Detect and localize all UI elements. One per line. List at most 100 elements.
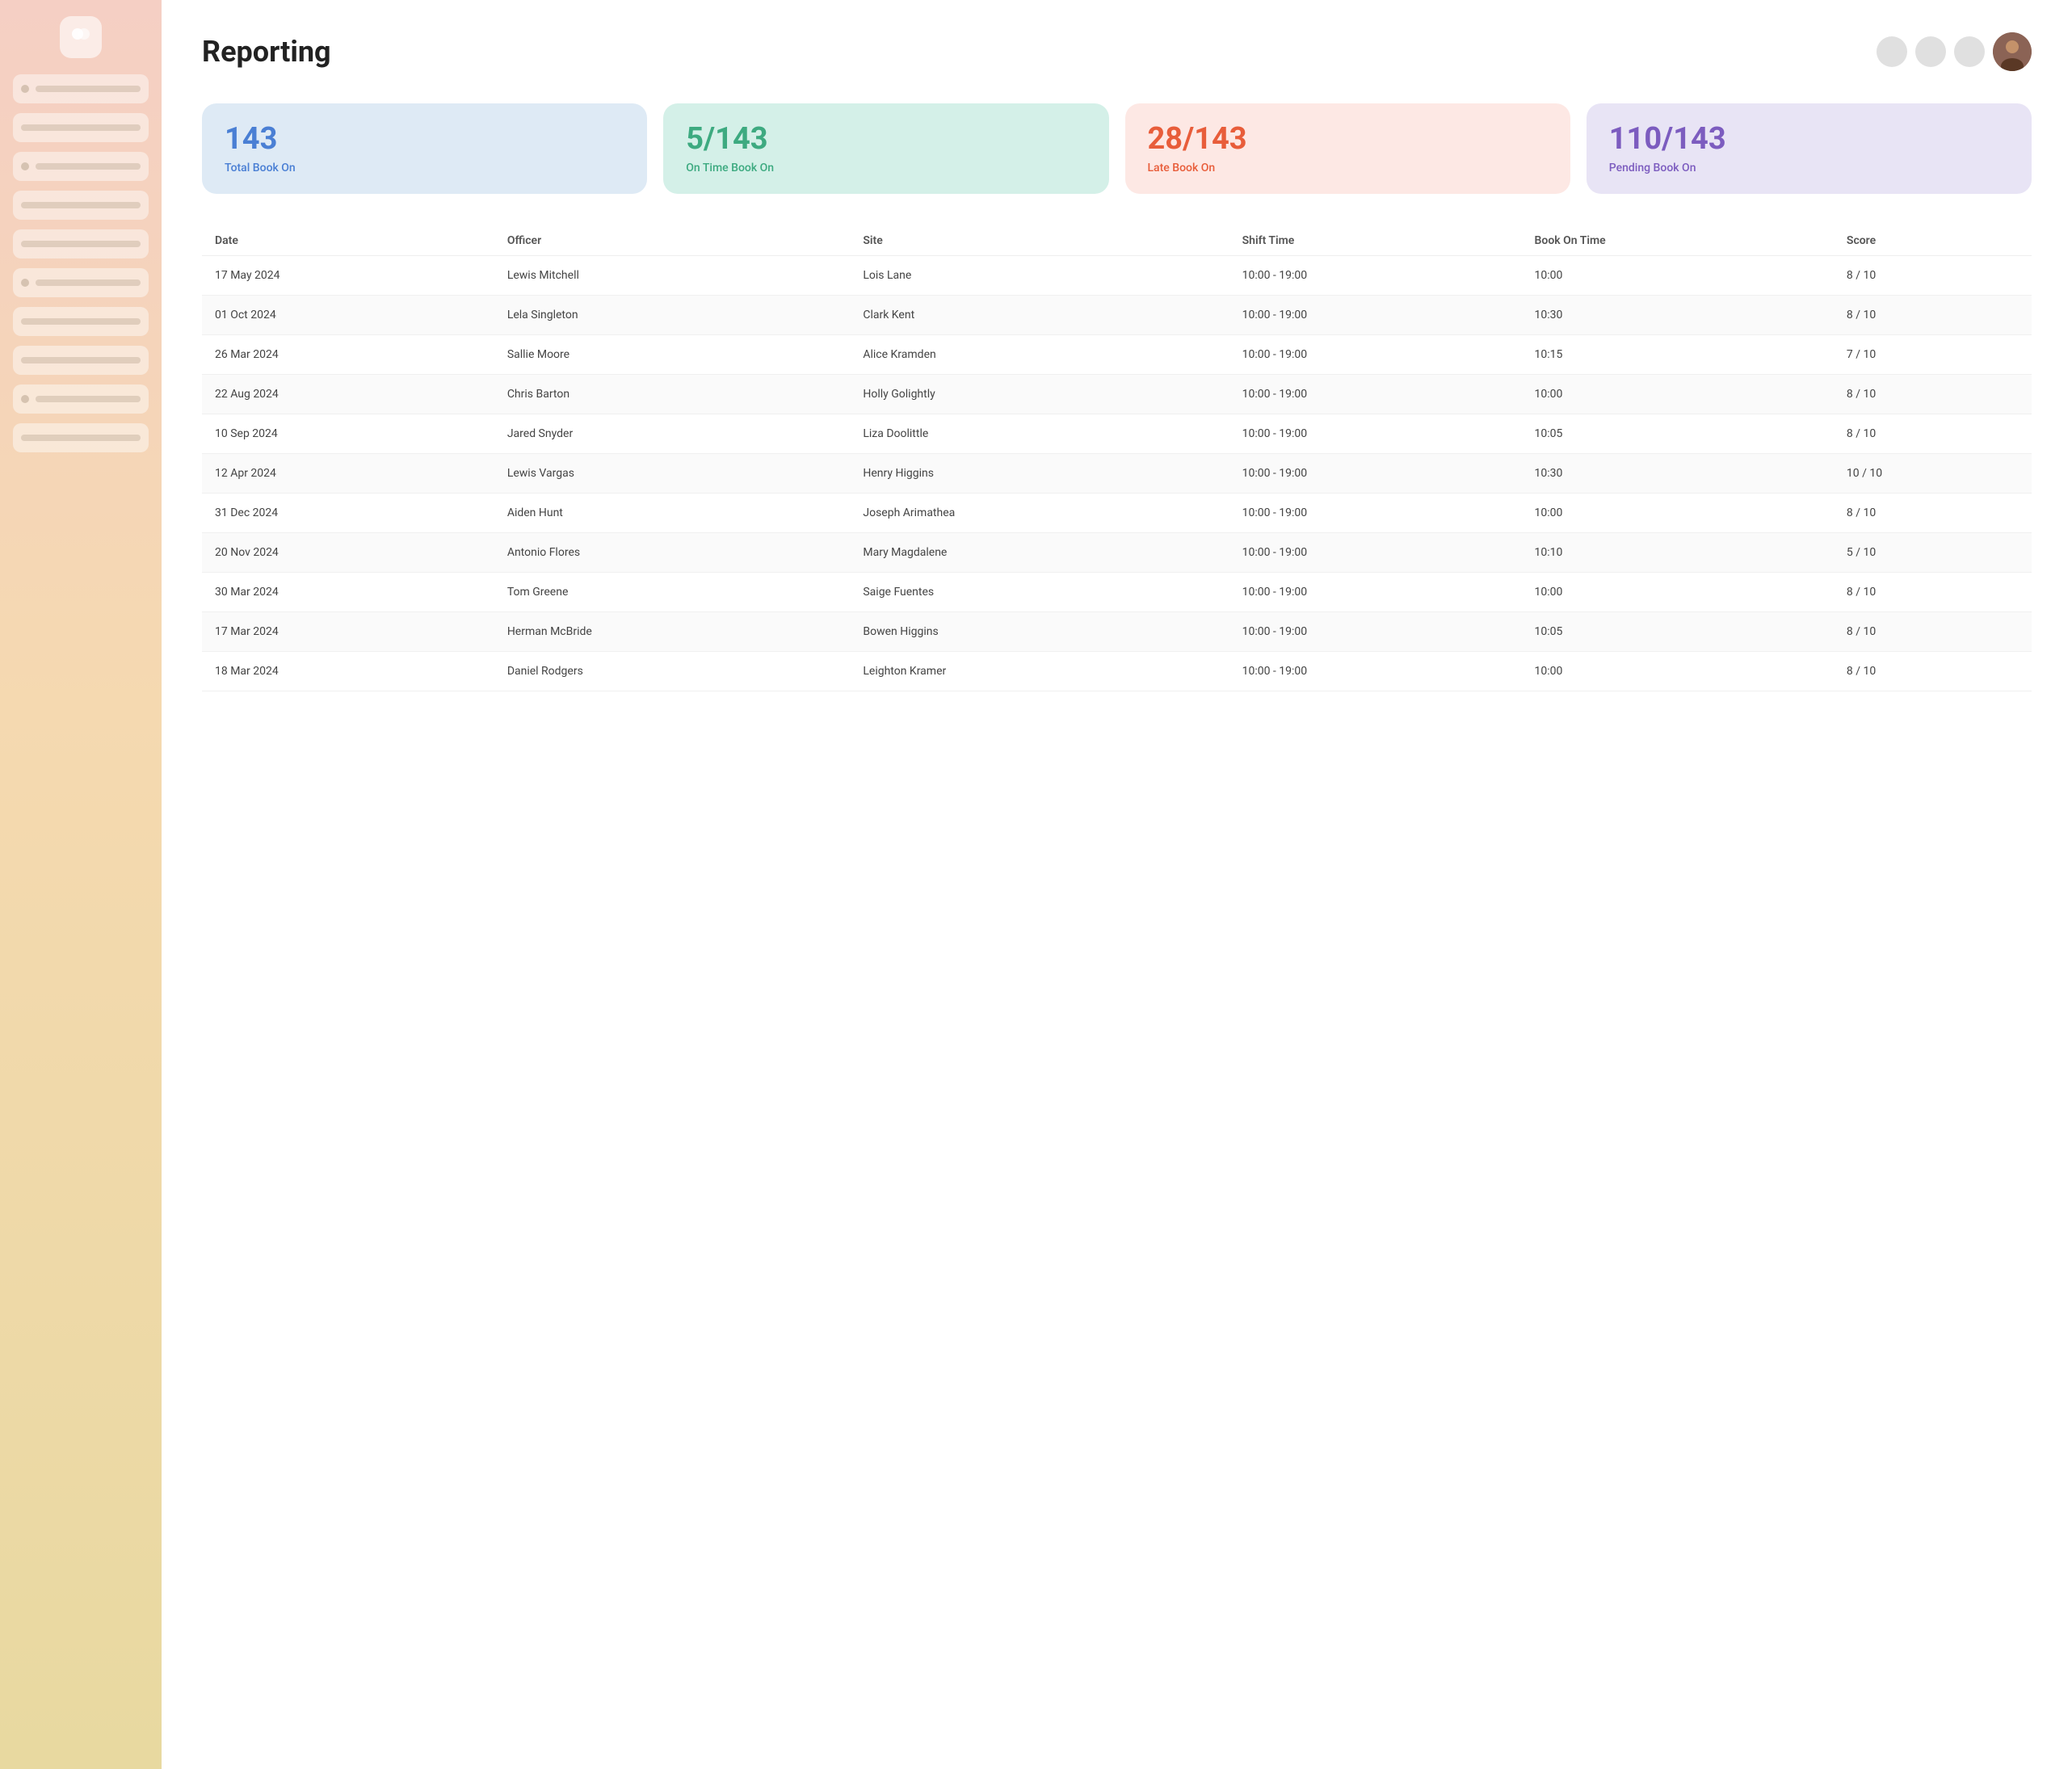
table-header-cell: Shift Time xyxy=(1229,226,1522,256)
table-cell: Herman McBride xyxy=(494,611,851,651)
table-cell: Chris Barton xyxy=(494,374,851,414)
table-cell: 10:00 xyxy=(1522,493,1834,532)
table-cell: Tom Greene xyxy=(494,572,851,611)
table-cell: 10:00 - 19:00 xyxy=(1229,374,1522,414)
table-row[interactable]: 22 Aug 2024Chris BartonHolly Golightly10… xyxy=(202,374,2032,414)
table-cell: 5 / 10 xyxy=(1834,532,2032,572)
table-cell: 8 / 10 xyxy=(1834,255,2032,295)
table-cell: Aiden Hunt xyxy=(494,493,851,532)
table-cell: 18 Mar 2024 xyxy=(202,651,494,691)
sidebar-item-9[interactable] xyxy=(13,384,149,414)
table-row[interactable]: 17 Mar 2024Herman McBrideBowen Higgins10… xyxy=(202,611,2032,651)
table-cell: 31 Dec 2024 xyxy=(202,493,494,532)
table-cell: 12 Apr 2024 xyxy=(202,453,494,493)
stat-card-pending: 110/143 Pending Book On xyxy=(1587,103,2032,194)
table-row[interactable]: 30 Mar 2024Tom GreeneSaige Fuentes10:00 … xyxy=(202,572,2032,611)
table-cell: 8 / 10 xyxy=(1834,493,2032,532)
table-cell: 10:00 xyxy=(1522,374,1834,414)
table-cell: 10:00 - 19:00 xyxy=(1229,334,1522,374)
table-cell: 26 Mar 2024 xyxy=(202,334,494,374)
table-cell: 8 / 10 xyxy=(1834,295,2032,334)
sidebar-item-3[interactable] xyxy=(13,152,149,181)
header-dot-3[interactable] xyxy=(1954,36,1985,67)
sidebar-dot xyxy=(21,395,29,403)
table-cell: Alice Kramden xyxy=(850,334,1229,374)
header-dot-2[interactable] xyxy=(1915,36,1946,67)
table-cell: 10 Sep 2024 xyxy=(202,414,494,453)
table-cell: Liza Doolittle xyxy=(850,414,1229,453)
table-cell: Clark Kent xyxy=(850,295,1229,334)
table-row[interactable]: 26 Mar 2024Sallie MooreAlice Kramden10:0… xyxy=(202,334,2032,374)
data-table: DateOfficerSiteShift TimeBook On TimeSco… xyxy=(202,226,2032,691)
table-cell: 8 / 10 xyxy=(1834,414,2032,453)
table-cell: Bowen Higgins xyxy=(850,611,1229,651)
sidebar-item-4[interactable] xyxy=(13,191,149,220)
table-cell: 10 / 10 xyxy=(1834,453,2032,493)
table-cell: Henry Higgins xyxy=(850,453,1229,493)
sidebar-item-7[interactable] xyxy=(13,307,149,336)
header: Reporting xyxy=(202,32,2032,71)
table-row[interactable]: 31 Dec 2024Aiden HuntJoseph Arimathea10:… xyxy=(202,493,2032,532)
table-row[interactable]: 20 Nov 2024Antonio FloresMary Magdalene1… xyxy=(202,532,2032,572)
table-cell: 10:00 xyxy=(1522,255,1834,295)
table-header-cell: Officer xyxy=(494,226,851,256)
stat-card-ontime: 5/143 On Time Book On xyxy=(663,103,1108,194)
stat-label: On Time Book On xyxy=(686,162,1086,174)
sidebar-line xyxy=(21,124,141,131)
table-cell: 8 / 10 xyxy=(1834,651,2032,691)
table-cell: Antonio Flores xyxy=(494,532,851,572)
table-row[interactable]: 12 Apr 2024Lewis VargasHenry Higgins10:0… xyxy=(202,453,2032,493)
stats-row: 143 Total Book On 5/143 On Time Book On … xyxy=(202,103,2032,194)
table-header-cell: Site xyxy=(850,226,1229,256)
stat-value: 143 xyxy=(225,123,624,157)
sidebar-item-10[interactable] xyxy=(13,423,149,452)
table-header-cell: Date xyxy=(202,226,494,256)
sidebar-item-1[interactable] xyxy=(13,74,149,103)
table-cell: 10:30 xyxy=(1522,295,1834,334)
table-row[interactable]: 18 Mar 2024Daniel RodgersLeighton Kramer… xyxy=(202,651,2032,691)
sidebar-line xyxy=(21,357,141,363)
table-cell: 10:00 - 19:00 xyxy=(1229,651,1522,691)
table-cell: Lois Lane xyxy=(850,255,1229,295)
table-row[interactable]: 10 Sep 2024Jared SnyderLiza Doolittle10:… xyxy=(202,414,2032,453)
table-cell: 17 May 2024 xyxy=(202,255,494,295)
sidebar-item-2[interactable] xyxy=(13,113,149,142)
table-cell: 10:05 xyxy=(1522,414,1834,453)
sidebar-line xyxy=(21,318,141,325)
table-header-cell: Book On Time xyxy=(1522,226,1834,256)
main-content: Reporting 143 Total Book On 5/143 On Tim… xyxy=(162,0,2072,1769)
stat-value: 5/143 xyxy=(686,123,1086,157)
stat-card-late: 28/143 Late Book On xyxy=(1125,103,1570,194)
table-cell: 10:00 - 19:00 xyxy=(1229,414,1522,453)
table-cell: 17 Mar 2024 xyxy=(202,611,494,651)
stat-label: Pending Book On xyxy=(1609,162,2009,174)
table-cell: Mary Magdalene xyxy=(850,532,1229,572)
stat-card-total: 143 Total Book On xyxy=(202,103,647,194)
sidebar-item-6[interactable] xyxy=(13,268,149,297)
table-cell: Lewis Mitchell xyxy=(494,255,851,295)
table-cell: 8 / 10 xyxy=(1834,374,2032,414)
header-dot-1[interactable] xyxy=(1877,36,1907,67)
table-cell: 10:30 xyxy=(1522,453,1834,493)
table-cell: 10:00 - 19:00 xyxy=(1229,493,1522,532)
sidebar-item-8[interactable] xyxy=(13,346,149,375)
table-row[interactable]: 17 May 2024Lewis MitchellLois Lane10:00 … xyxy=(202,255,2032,295)
table-cell: 30 Mar 2024 xyxy=(202,572,494,611)
table-header-cell: Score xyxy=(1834,226,2032,256)
table-row[interactable]: 01 Oct 2024Lela SingletonClark Kent10:00… xyxy=(202,295,2032,334)
sidebar-line xyxy=(21,435,141,441)
table-cell: Lela Singleton xyxy=(494,295,851,334)
sidebar-dot xyxy=(21,162,29,170)
table-cell: 10:00 xyxy=(1522,572,1834,611)
table-cell: Joseph Arimathea xyxy=(850,493,1229,532)
table-cell: 10:00 - 19:00 xyxy=(1229,532,1522,572)
table-cell: Lewis Vargas xyxy=(494,453,851,493)
table-cell: 8 / 10 xyxy=(1834,572,2032,611)
avatar[interactable] xyxy=(1993,32,2032,71)
table-cell: 22 Aug 2024 xyxy=(202,374,494,414)
table-cell: 10:00 - 19:00 xyxy=(1229,295,1522,334)
sidebar-item-5[interactable] xyxy=(13,229,149,258)
table-cell: Holly Golightly xyxy=(850,374,1229,414)
sidebar-line xyxy=(36,86,141,92)
table-cell: 10:00 - 19:00 xyxy=(1229,572,1522,611)
